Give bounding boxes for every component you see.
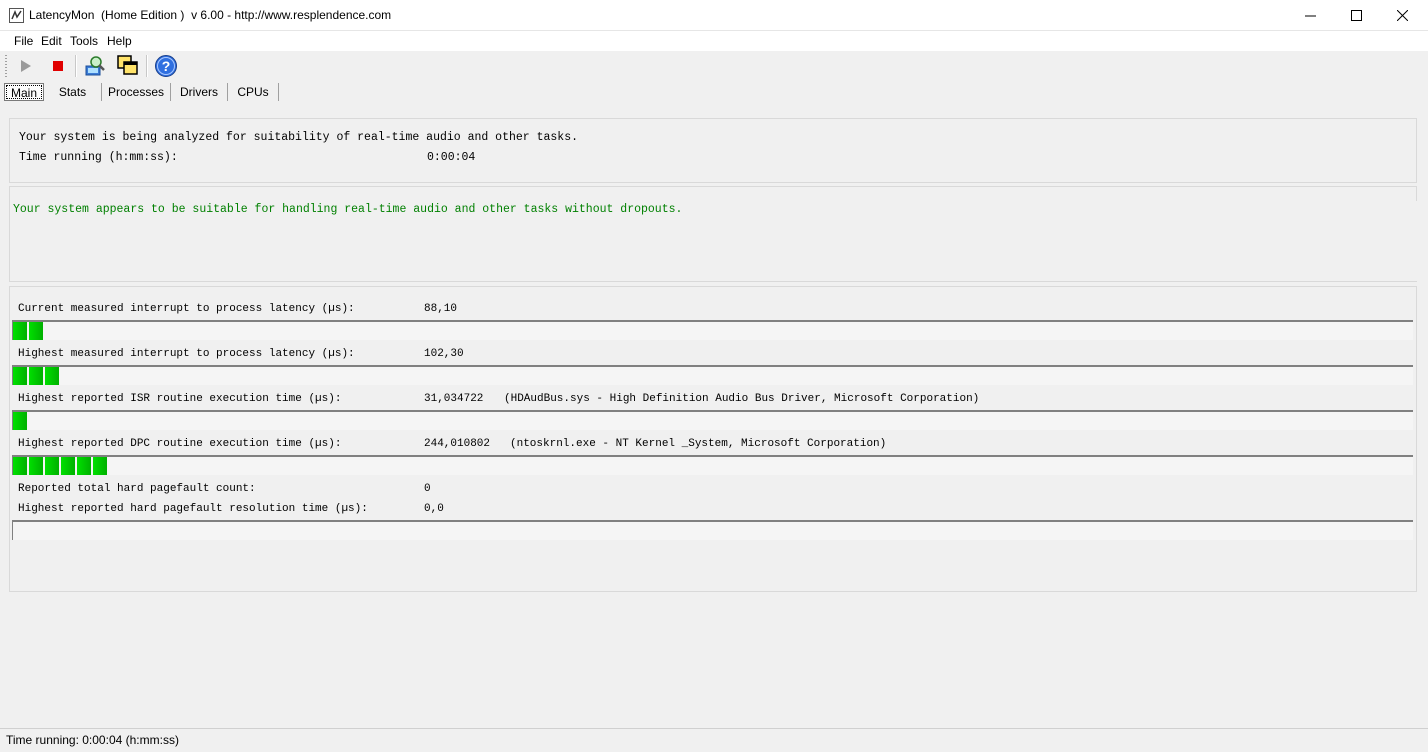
- progress-block: [77, 457, 91, 475]
- window-button[interactable]: [116, 54, 140, 78]
- close-icon: [1396, 10, 1408, 21]
- isr-label: Highest reported ISR routine execution t…: [18, 393, 342, 405]
- isr-value: 31,034722: [424, 393, 484, 405]
- search-drivers-button[interactable]: [83, 54, 107, 78]
- progress-block: [29, 457, 43, 475]
- progress-block: [13, 457, 27, 475]
- tab-stats[interactable]: Stats: [44, 83, 102, 101]
- highest-latency-label: Highest measured interrupt to process la…: [18, 348, 355, 360]
- menu-edit[interactable]: Edit: [41, 34, 62, 48]
- progress-block: [61, 457, 75, 475]
- toolbar-separator: [75, 55, 77, 77]
- progress-block: [45, 457, 59, 475]
- minimize-icon: [1304, 15, 1316, 17]
- time-running-label: Time running (h:mm:ss):: [19, 151, 178, 164]
- menu-help[interactable]: Help: [107, 34, 132, 48]
- time-running-value: 0:00:04: [427, 151, 476, 164]
- pagefault-time-value: 0,0: [424, 503, 444, 515]
- help-icon: ?: [155, 55, 177, 77]
- tab-drivers[interactable]: Drivers: [171, 83, 228, 101]
- close-button[interactable]: [1379, 0, 1425, 31]
- play-icon: [21, 60, 31, 72]
- current-latency-bar: [12, 320, 1413, 340]
- stop-icon: [53, 61, 63, 71]
- dpc-label: Highest reported DPC routine execution t…: [18, 438, 342, 450]
- progress-block: [13, 322, 27, 340]
- window-icon: [117, 55, 138, 75]
- progress-block: [29, 322, 43, 340]
- verdict-panel: [9, 186, 1417, 282]
- maximize-icon: [1350, 10, 1362, 21]
- current-latency-value: 88,10: [424, 303, 458, 315]
- pagefault-time-bar: [12, 520, 1413, 540]
- dpc-bar: [12, 455, 1413, 475]
- dpc-value: 244,010802: [424, 438, 491, 450]
- toolbar-grip: [5, 55, 7, 79]
- pagefault-count-value: 0: [424, 483, 431, 495]
- verdict-scrollbar[interactable]: [1403, 201, 1420, 281]
- toolbar-separator: [146, 55, 148, 77]
- svg-text:?: ?: [162, 58, 171, 74]
- latencymon-app-icon: [9, 8, 24, 23]
- start-button[interactable]: [14, 54, 38, 78]
- analysis-status-text: Your system is being analyzed for suitab…: [19, 131, 578, 144]
- title-bar: LatencyMon (Home Edition ) v 6.00 - http…: [0, 0, 1428, 31]
- progress-block: [29, 367, 43, 385]
- help-button[interactable]: ?: [154, 54, 178, 78]
- isr-bar: [12, 410, 1413, 430]
- stop-button[interactable]: [46, 54, 70, 78]
- status-bar-text: Time running: 0:00:04 (h:mm:ss): [6, 733, 179, 747]
- highest-latency-bar: [12, 365, 1413, 385]
- window-title: LatencyMon (Home Edition ) v 6.00 - http…: [29, 8, 392, 22]
- progress-block: [93, 457, 107, 475]
- tab-processes[interactable]: Processes: [102, 83, 171, 101]
- tab-bar: Main Stats Processes Drivers CPUs: [0, 81, 1428, 103]
- search-drivers-icon: [85, 56, 105, 76]
- dpc-driver-detail: (ntoskrnl.exe - NT Kernel _System, Micro…: [510, 438, 887, 450]
- menu-tools[interactable]: Tools: [70, 34, 98, 48]
- isr-driver-detail: (HDAudBus.sys - High Definition Audio Bu…: [504, 393, 980, 405]
- tab-main[interactable]: Main: [4, 83, 44, 101]
- pagefault-time-label: Highest reported hard pagefault resoluti…: [18, 503, 368, 515]
- highest-latency-value: 102,30: [424, 348, 464, 360]
- verdict-text: Your system appears to be suitable for h…: [13, 203, 683, 216]
- status-bar: Time running: 0:00:04 (h:mm:ss): [0, 728, 1428, 752]
- current-latency-label: Current measured interrupt to process la…: [18, 303, 355, 315]
- maximize-button[interactable]: [1333, 0, 1379, 31]
- tab-cpus[interactable]: CPUs: [228, 83, 279, 101]
- menu-file[interactable]: File: [14, 34, 33, 48]
- progress-block: [13, 367, 27, 385]
- analysis-status-panel: [9, 118, 1417, 183]
- menu-bar: File Edit Tools Help: [0, 31, 1428, 51]
- toolbar: ?: [0, 51, 1428, 81]
- progress-block: [45, 367, 59, 385]
- pagefault-count-label: Reported total hard pagefault count:: [18, 483, 256, 495]
- minimize-button[interactable]: [1287, 0, 1333, 31]
- progress-block: [13, 412, 27, 430]
